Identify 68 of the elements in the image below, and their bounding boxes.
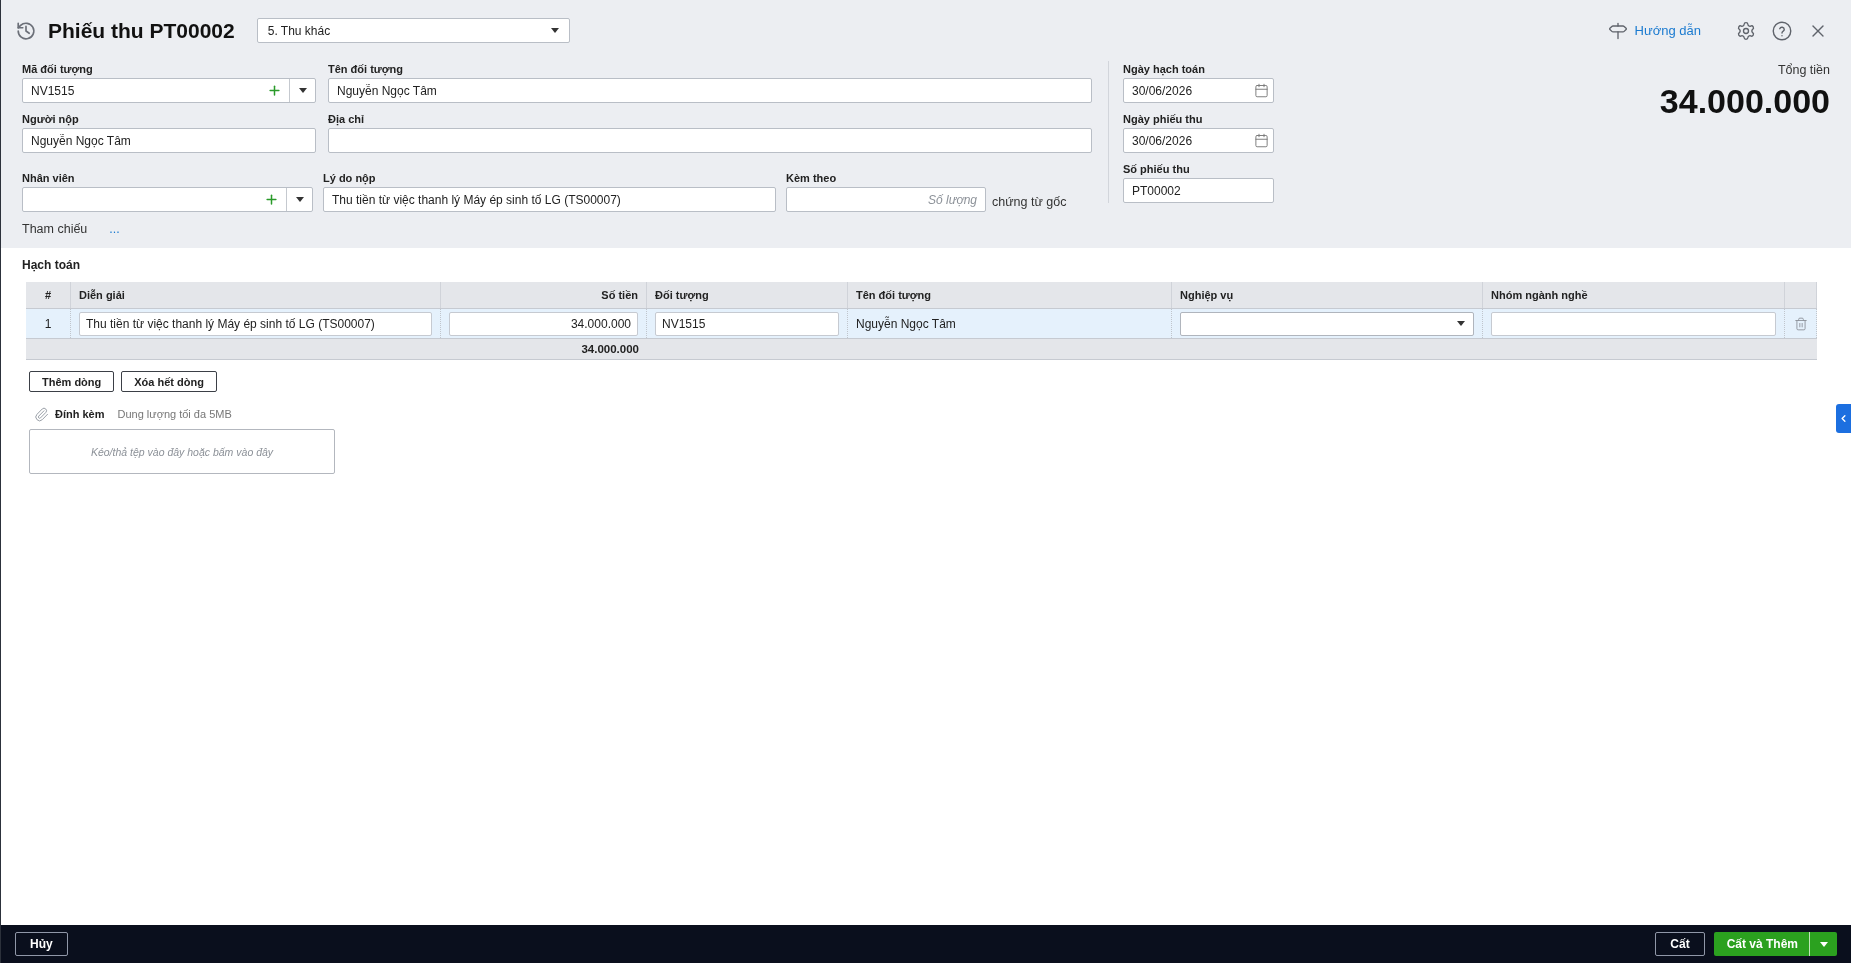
table-select[interactable] [1180, 311, 1474, 336]
column-header: Đối tượng [647, 282, 848, 308]
field-label: Lý do nộp [323, 171, 377, 186]
lookup-field[interactable] [22, 187, 313, 212]
column-header: Tên đối tượng [848, 282, 1172, 308]
attachment-hint: Dung lượng tối đa 5MB [117, 408, 232, 420]
cancel-button[interactable]: Hủy [15, 932, 68, 956]
column-total: 34.000.000 [581, 343, 639, 355]
more-options-button[interactable] [1809, 932, 1837, 956]
plus-icon[interactable] [264, 192, 279, 207]
page-title: Phiếu thu PT00002 [48, 18, 235, 43]
column-header: Nghiệp vụ [1172, 282, 1483, 308]
quantity-field[interactable]: Số lượng [786, 187, 986, 212]
paperclip-icon [34, 406, 49, 422]
column-header: Số tiền [441, 282, 647, 308]
table-input[interactable] [1491, 311, 1776, 336]
add-row-button[interactable]: Thêm dòng [29, 371, 115, 392]
caret-icon [1457, 321, 1465, 326]
help-icon[interactable] [1772, 20, 1792, 41]
calendar-icon[interactable] [1254, 133, 1269, 148]
field-label: Nhân viên [22, 171, 76, 186]
side-panel-tab[interactable] [1836, 404, 1851, 433]
field-label: Ngày hạch toán [1123, 62, 1206, 77]
history-icon[interactable] [15, 19, 37, 42]
caret-icon [1819, 941, 1828, 947]
signpost-icon [1607, 20, 1628, 41]
column-header: Diễn giải [71, 282, 441, 308]
column-header: # [26, 282, 71, 308]
calendar-icon[interactable] [1254, 83, 1269, 98]
field-label: Người nộp [22, 112, 80, 127]
field-label: Tên đối tượng [328, 62, 405, 77]
caret-icon [550, 28, 559, 33]
field-label: Số phiếu thu [1123, 162, 1191, 177]
field-label: Địa chỉ [328, 112, 366, 127]
text-field[interactable]: PT00002 [1123, 178, 1274, 203]
table-input[interactable]: NV1515 [655, 311, 839, 336]
reference-label: Tham chiếu [22, 222, 88, 236]
date-field[interactable]: 30/06/2026 [1123, 78, 1274, 103]
caret-icon [298, 88, 307, 93]
attachment-label: Đính kèm [55, 408, 105, 420]
field-label: Mã đối tượng [22, 62, 94, 77]
guide-link[interactable]: Hướng dẫn [1607, 20, 1701, 41]
total-amount: 34.000.000 [1659, 82, 1830, 120]
unit-label: chứng từ gốc [992, 194, 1067, 209]
text-field[interactable]: Thu tiền từ việc thanh lý Máy ép sinh tố LG (TS00007) [323, 187, 776, 212]
clear-rows-button[interactable]: Xóa hết dòng [121, 371, 217, 392]
section-title: Hạch toán [22, 257, 80, 273]
voucher-type-select[interactable]: 5. Thu khác [256, 18, 570, 43]
reference-link[interactable]: ... [109, 222, 120, 236]
amount-input[interactable]: 34.000.000 [449, 311, 638, 336]
table-cell: Nguyễn Ngọc Tâm [848, 309, 1172, 338]
caret-icon [295, 197, 304, 202]
field-label: Ngày phiếu thu [1123, 112, 1204, 127]
date-field[interactable]: 30/06/2026 [1123, 128, 1274, 153]
text-field[interactable]: Nguyễn Ngọc Tâm [328, 78, 1092, 103]
field-label: Kèm theo [786, 171, 838, 186]
table-row[interactable]: 1 Thu tiền từ việc thanh lý Máy ép sinh tố LG (TS00007) 34.000.000 NV1515 Nguyễn Ngọc Tâm [26, 309, 1817, 339]
total-label: Tổng tiền [1777, 62, 1830, 78]
text-field[interactable]: Nguyễn Ngọc Tâm [22, 128, 316, 153]
save-button[interactable]: Cất [1655, 932, 1705, 956]
trash-icon[interactable] [1793, 316, 1808, 331]
lookup-field[interactable]: NV1515 [22, 78, 316, 103]
settings-icon[interactable] [1736, 20, 1756, 41]
plus-icon[interactable] [267, 83, 282, 98]
column-header: Nhóm ngành nghề [1483, 282, 1785, 308]
table-input[interactable]: Thu tiền từ việc thanh lý Máy ép sinh tố LG (TS00007) [79, 311, 432, 336]
row-number: 1 [26, 309, 71, 338]
text-field[interactable] [328, 128, 1092, 153]
